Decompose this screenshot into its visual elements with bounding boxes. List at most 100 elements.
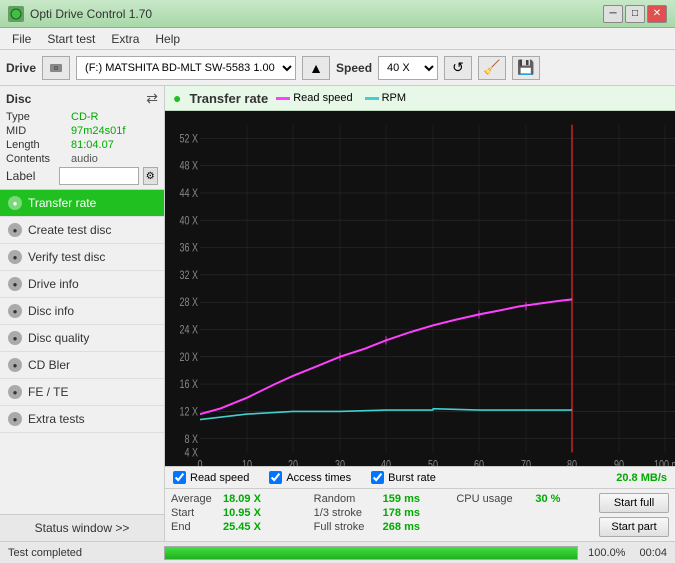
stats-group-3: CPU usage 30 % xyxy=(456,493,591,505)
status-text: Test completed xyxy=(0,547,160,559)
nav-icon-transfer-rate: ● xyxy=(8,196,22,210)
chart-svg: 52 X 48 X 44 X 40 X 36 X 32 X 28 X 24 X … xyxy=(165,111,675,466)
read-speed-checkbox[interactable] xyxy=(173,471,186,484)
svg-text:60: 60 xyxy=(474,458,484,466)
disc-section: Disc ⇄ Type CD-R MID 97m24s01f Length 81… xyxy=(0,86,164,190)
legend-color-rpm xyxy=(365,97,379,100)
stats-col-1: Average 18.09 X Start 10.95 X End 25.45 … xyxy=(171,493,306,537)
burst-rate-checkbox[interactable] xyxy=(371,471,384,484)
nav-item-verify-test-disc[interactable]: ● Verify test disc xyxy=(0,244,164,271)
disc-mid-value: 97m24s01f xyxy=(71,125,125,137)
svg-text:8 X: 8 X xyxy=(184,433,198,447)
nav-label-disc-info: Disc info xyxy=(28,304,74,318)
status-window-button[interactable]: Status window >> xyxy=(0,514,164,541)
minimize-button[interactable]: ─ xyxy=(603,5,623,23)
disc-length-value: 81:04.07 xyxy=(71,139,114,151)
nav-item-disc-info[interactable]: ● Disc info xyxy=(0,298,164,325)
save-button[interactable]: 💾 xyxy=(512,56,540,80)
left-panel: Disc ⇄ Type CD-R MID 97m24s01f Length 81… xyxy=(0,86,165,541)
nav-item-create-test-disc[interactable]: ● Create test disc xyxy=(0,217,164,244)
svg-text:44 X: 44 X xyxy=(179,187,198,201)
start-full-button[interactable]: Start full xyxy=(599,493,669,513)
refresh-button[interactable]: ↺ xyxy=(444,56,472,80)
nav-label-transfer-rate: Transfer rate xyxy=(28,196,96,210)
chart-area: 52 X 48 X 44 X 40 X 36 X 32 X 28 X 24 X … xyxy=(165,111,675,466)
chart-title: Transfer rate xyxy=(189,91,268,106)
svg-text:20: 20 xyxy=(288,458,298,466)
disc-arrow-icon[interactable]: ⇄ xyxy=(146,90,158,107)
status-bar: Test completed 100.0% 00:04 xyxy=(0,541,675,563)
status-time: 00:04 xyxy=(631,547,675,559)
nav-item-disc-quality[interactable]: ● Disc quality xyxy=(0,325,164,352)
svg-text:48 X: 48 X xyxy=(179,159,198,173)
legend-color-read-speed xyxy=(276,97,290,100)
burst-rate-checkbox-label[interactable]: Burst rate xyxy=(371,471,436,484)
menu-file[interactable]: File xyxy=(4,30,39,48)
progress-bar xyxy=(165,547,577,559)
cpu-label: CPU usage xyxy=(456,493,531,505)
nav-label-fe-te: FE / TE xyxy=(28,385,68,399)
drive-label: Drive xyxy=(6,61,36,75)
drive-select[interactable]: (F:) MATSHITA BD-MLT SW-5583 1.00 xyxy=(76,56,296,80)
menu-extra[interactable]: Extra xyxy=(103,30,147,48)
main-layout: Disc ⇄ Type CD-R MID 97m24s01f Length 81… xyxy=(0,86,675,541)
nav-icon-create-test-disc: ● xyxy=(8,223,22,237)
window-title: Opti Drive Control 1.70 xyxy=(30,7,152,21)
full-stroke-value: 268 ms xyxy=(383,521,423,533)
eject-button[interactable]: ▲ xyxy=(302,56,330,80)
svg-text:40: 40 xyxy=(381,458,391,466)
title-bar: Opti Drive Control 1.70 ─ □ ✕ xyxy=(0,0,675,28)
disc-type-label: Type xyxy=(6,111,71,123)
nav-label-drive-info: Drive info xyxy=(28,277,79,291)
nav-item-cd-bler[interactable]: ● CD Bler xyxy=(0,352,164,379)
drive-icon-btn[interactable] xyxy=(42,56,70,80)
svg-text:40 X: 40 X xyxy=(179,214,198,228)
access-times-checkbox[interactable] xyxy=(269,471,282,484)
stats-group-2: Random 159 ms 1/3 stroke 178 ms Full str… xyxy=(314,493,449,533)
nav-item-drive-info[interactable]: ● Drive info xyxy=(0,271,164,298)
disc-label-input[interactable] xyxy=(59,167,139,185)
speed-select[interactable]: 40 X xyxy=(378,56,438,80)
nav-icon-drive-info: ● xyxy=(8,277,22,291)
start-part-button[interactable]: Start part xyxy=(599,517,669,537)
close-button[interactable]: ✕ xyxy=(647,5,667,23)
disc-length-label: Length xyxy=(6,139,71,151)
disc-type-value: CD-R xyxy=(71,111,99,123)
menu-help[interactable]: Help xyxy=(147,30,188,48)
svg-text:20 X: 20 X xyxy=(179,351,198,365)
menu-start-test[interactable]: Start test xyxy=(39,30,103,48)
nav-icon-disc-quality: ● xyxy=(8,331,22,345)
svg-text:50: 50 xyxy=(428,458,438,466)
access-times-checkbox-label[interactable]: Access times xyxy=(269,471,351,484)
clear-button[interactable]: 🧹 xyxy=(478,56,506,80)
stats-col-2: Random 159 ms 1/3 stroke 178 ms Full str… xyxy=(314,493,449,537)
chart-title-icon: ● xyxy=(173,90,181,106)
window-controls: ─ □ ✕ xyxy=(603,5,667,23)
legend-read-speed: Read speed xyxy=(276,92,352,104)
nav-item-fe-te[interactable]: ● FE / TE xyxy=(0,379,164,406)
nav-label-extra-tests: Extra tests xyxy=(28,412,85,426)
start-label: Start xyxy=(171,507,219,519)
toolbar: Drive (F:) MATSHITA BD-MLT SW-5583 1.00 … xyxy=(0,50,675,86)
maximize-button[interactable]: □ xyxy=(625,5,645,23)
btn-col: Start full Start part xyxy=(599,493,669,537)
nav-item-transfer-rate[interactable]: ● Transfer rate xyxy=(0,190,164,217)
nav-label-cd-bler: CD Bler xyxy=(28,358,70,372)
nav-label-verify-test-disc: Verify test disc xyxy=(28,250,105,264)
disc-label-label: Label xyxy=(6,169,55,183)
nav-item-extra-tests[interactable]: ● Extra tests xyxy=(0,406,164,433)
nav-section: ● Transfer rate ● Create test disc ● Ver… xyxy=(0,190,164,514)
random-label: Random xyxy=(314,493,379,505)
app-icon xyxy=(8,6,24,22)
menu-bar: File Start test Extra Help xyxy=(0,28,675,50)
average-label: Average xyxy=(171,493,219,505)
disc-contents-value: audio xyxy=(71,153,98,165)
svg-text:28 X: 28 X xyxy=(179,296,198,310)
read-speed-checkbox-label[interactable]: Read speed xyxy=(173,471,249,484)
svg-text:12 X: 12 X xyxy=(179,405,198,419)
svg-text:24 X: 24 X xyxy=(179,323,198,337)
svg-text:4 X: 4 X xyxy=(184,446,198,460)
svg-text:16 X: 16 X xyxy=(179,378,198,392)
start-value: 10.95 X xyxy=(223,507,267,519)
disc-label-btn[interactable]: ⚙ xyxy=(143,167,158,185)
